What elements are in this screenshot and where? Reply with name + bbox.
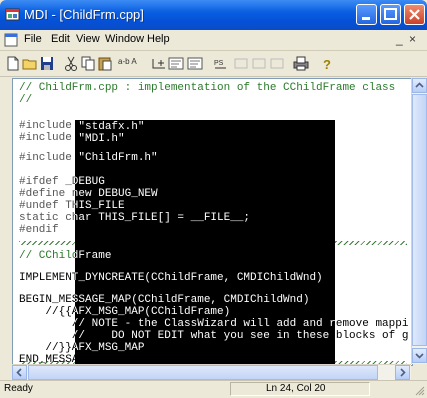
overlay-code-line: IMPLEMENT_DYNCREATE(CChildFrame, CMDIChi… <box>75 272 323 284</box>
vertical-scrollbar[interactable] <box>411 78 427 364</box>
svg-text:PS: PS <box>214 60 224 67</box>
menu-window[interactable]: Window <box>105 33 144 45</box>
application-window: MDI - [ChildFrm.cpp] File Edit View Wind… <box>0 0 427 398</box>
paste-icon[interactable] <box>96 55 114 72</box>
overlay-code-line: #include "MDI.h" <box>78 133 125 145</box>
copy-icon[interactable] <box>79 55 97 72</box>
maximize-icon <box>384 8 397 20</box>
new-file-icon[interactable] <box>4 55 22 72</box>
window-title: MDI - [ChildFrm.cpp] <box>24 7 144 22</box>
close-icon <box>409 9 420 20</box>
list-icon[interactable] <box>167 55 185 72</box>
title-bar[interactable]: MDI - [ChildFrm.cpp] <box>0 0 427 30</box>
status-text: Ready <box>4 383 33 394</box>
app-icon[interactable] <box>5 7 20 22</box>
menu-help[interactable]: Help <box>147 33 170 45</box>
mdi-close-button[interactable]: × <box>409 32 416 46</box>
disabled-tool-icon <box>234 58 248 69</box>
code-line: // <box>19 94 33 106</box>
minimize-icon <box>362 17 370 20</box>
scroll-down-button[interactable] <box>412 348 427 363</box>
disabled-tool-icon <box>252 58 266 69</box>
selection-overlay: #include "stdafx.h"#include "MDI.h"#incl… <box>75 120 335 365</box>
svg-text:?: ? <box>323 57 331 72</box>
resize-grip-icon[interactable] <box>414 385 425 396</box>
vertical-scroll-thumb[interactable] <box>412 94 427 346</box>
mdi-minimize-button[interactable]: _ <box>396 32 403 46</box>
scroll-up-button[interactable] <box>412 78 427 93</box>
print-icon[interactable] <box>292 55 310 72</box>
open-folder-icon[interactable] <box>21 55 39 72</box>
save-icon[interactable] <box>38 55 56 72</box>
code-line: // ChildFrm.cpp : implementation of the … <box>19 82 396 94</box>
overlay-code-line: // CChildFrame <box>75 250 112 262</box>
toolbar: a-b A PS ? <box>0 51 427 77</box>
chevron-down-icon <box>415 353 424 359</box>
cursor-position: Ln 24, Col 20 <box>266 383 326 394</box>
menu-bar: File Edit View Window Help _ × <box>0 30 427 51</box>
horizontal-scrollbar[interactable] <box>12 364 411 380</box>
help-icon[interactable]: ? <box>318 55 336 72</box>
disabled-tool-icon <box>270 58 284 69</box>
scroll-left-button[interactable] <box>12 365 27 380</box>
menu-file[interactable]: File <box>24 33 42 45</box>
maximize-button[interactable] <box>380 4 401 25</box>
wrap-icon[interactable] <box>186 55 204 72</box>
menu-edit[interactable]: Edit <box>51 33 70 45</box>
code-editor[interactable]: // ChildFrm.cpp : implementation of the … <box>12 78 413 366</box>
minimize-button[interactable] <box>356 4 377 25</box>
overlay-code-line: #include "ChildFrm.h" <box>78 152 158 164</box>
chevron-right-icon <box>400 368 406 377</box>
horizontal-scroll-thumb[interactable] <box>28 365 378 380</box>
status-bar: Ready Ln 24, Col 20 <box>0 380 427 398</box>
scroll-right-button[interactable] <box>395 365 410 380</box>
code-line: #endif <box>19 224 59 236</box>
find-replace-label[interactable]: a-b A <box>118 57 137 66</box>
menu-view[interactable]: View <box>76 33 100 45</box>
cut-icon[interactable] <box>62 55 80 72</box>
close-button[interactable] <box>404 4 425 25</box>
overlay-code-line: //}}AFX_MSG_MAP <box>75 342 145 354</box>
chevron-up-icon <box>415 82 424 88</box>
overlay-code-line: static char THIS_FILE[] = __FILE__; <box>75 212 251 224</box>
document-icon[interactable] <box>4 33 18 47</box>
insert-icon[interactable] <box>150 55 168 72</box>
font-size-icon[interactable]: PS <box>212 55 230 72</box>
chevron-left-icon <box>16 368 22 377</box>
